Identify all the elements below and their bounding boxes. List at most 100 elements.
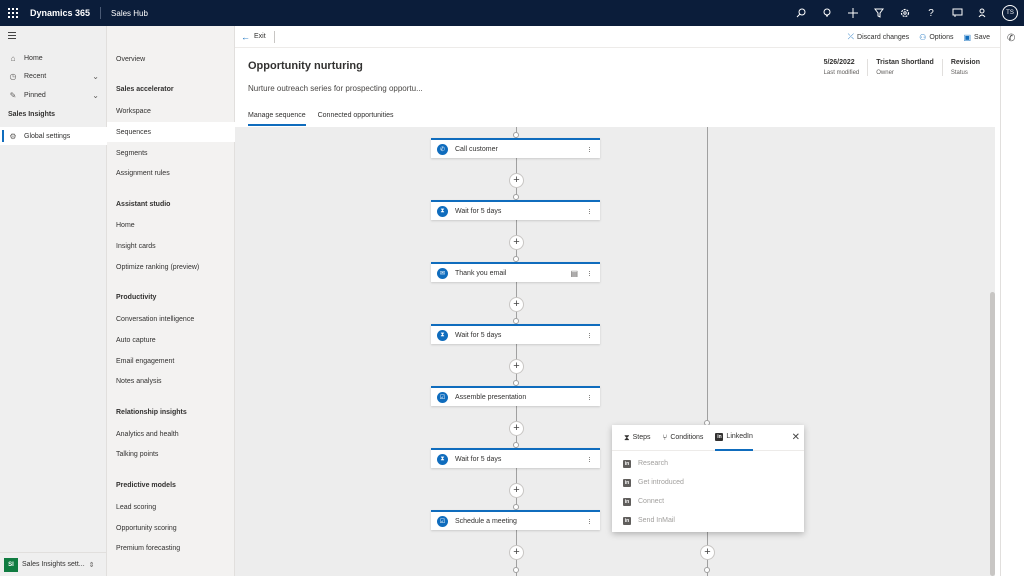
step-card[interactable]: ☑ Assemble presentation ··· xyxy=(431,386,600,406)
sequence-designer-canvas[interactable]: ✆ Call customer ··· + ⧗ Wait for 5 days … xyxy=(235,127,995,576)
more-options-icon[interactable]: ··· xyxy=(585,270,595,276)
discard-label: Discard changes xyxy=(857,33,910,41)
header-field-modified: 5/26/2022 Last modified xyxy=(816,59,868,76)
area-switcher[interactable]: SI Sales Insights sett... ⇕ xyxy=(0,552,107,576)
options-button[interactable]: ⚇ Options xyxy=(919,33,953,42)
add-step-button[interactable]: + xyxy=(509,173,524,188)
filter-icon[interactable] xyxy=(872,6,886,20)
close-icon[interactable]: ✕ xyxy=(792,432,800,443)
app-launcher-button[interactable] xyxy=(0,0,26,26)
subnav-item-segments[interactable]: Segments xyxy=(107,143,235,163)
step-card[interactable]: ✆ Call customer ··· xyxy=(431,138,600,158)
more-options-icon[interactable]: ··· xyxy=(585,456,595,462)
tab-connected-opportunities[interactable]: Connected opportunities xyxy=(318,112,394,126)
add-step-button[interactable]: + xyxy=(509,421,524,436)
panel-tabs: ⧗ Steps ⑂ Conditions in LinkedIn xyxy=(612,425,804,451)
chat-icon[interactable] xyxy=(950,6,964,20)
add-step-button[interactable]: + xyxy=(509,297,524,312)
add-step-button[interactable]: + xyxy=(509,235,524,250)
more-options-icon[interactable]: ··· xyxy=(585,394,595,400)
subnav-section-header: Relationship insights xyxy=(116,409,187,416)
page-title: Opportunity nurturing xyxy=(248,60,363,72)
subnav-item-auto-capture[interactable]: Auto capture xyxy=(107,330,235,350)
more-options-icon[interactable]: ··· xyxy=(585,518,595,524)
subnav-item-talking-points[interactable]: Talking points xyxy=(107,444,235,464)
hamburger-icon[interactable] xyxy=(8,32,16,41)
header-field-value: 5/26/2022 xyxy=(823,59,855,66)
step-card[interactable]: ☑ Schedule a meeting ··· xyxy=(431,510,600,530)
brand-name[interactable]: Dynamics 365 xyxy=(30,7,102,19)
nav-item-label: Global settings xyxy=(24,132,71,140)
panel-item-research[interactable]: in Research xyxy=(612,454,804,473)
subnav-item-optimize-ranking[interactable]: Optimize ranking (preview) xyxy=(107,257,235,277)
main-content: ← Exit ⤫ Discard changes ⚇ Options ▣ Sav… xyxy=(235,26,1000,576)
nav-item-home[interactable]: ⌂ Home xyxy=(0,49,107,67)
exit-button[interactable]: ← Exit xyxy=(241,30,275,43)
subnav-item-insight-cards[interactable]: Insight cards xyxy=(107,236,235,256)
subnav-item-assignment-rules[interactable]: Assignment rules xyxy=(107,163,235,183)
app-name[interactable]: Sales Hub xyxy=(111,9,148,18)
more-options-icon[interactable]: ··· xyxy=(585,332,595,338)
more-options-icon[interactable]: ··· xyxy=(585,208,595,214)
panel-tab-conditions[interactable]: ⑂ Conditions xyxy=(663,425,704,451)
branch-icon: ⑂ xyxy=(662,433,668,442)
chevron-down-icon[interactable]: ⌄ xyxy=(92,72,99,81)
subnav-item-overview[interactable]: Overview xyxy=(107,49,235,69)
person-feedback-icon[interactable] xyxy=(976,6,990,20)
header-field-label: Last modified xyxy=(823,70,860,76)
hourglass-icon: ⧗ xyxy=(624,432,630,442)
phone-icon[interactable]: ✆ xyxy=(1007,33,1015,44)
step-card[interactable]: ⧗ Wait for 5 days ··· xyxy=(431,448,600,468)
more-options-icon[interactable]: ··· xyxy=(585,146,595,152)
plus-icon[interactable] xyxy=(846,6,860,20)
add-step-button[interactable]: + xyxy=(509,359,524,374)
step-card[interactable]: ⧗ Wait for 5 days ··· xyxy=(431,324,600,344)
add-step-button[interactable]: + xyxy=(700,545,715,560)
chevron-down-icon[interactable]: ⌄ xyxy=(92,91,99,100)
nav-item-recent[interactable]: ◷ Recent ⌄ xyxy=(0,67,107,85)
subnav-item-email-engagement[interactable]: Email engagement xyxy=(107,351,235,371)
help-icon[interactable]: ? xyxy=(924,6,938,20)
email-template-icon[interactable]: ▤ xyxy=(570,269,578,278)
subnav-item-analytics-health[interactable]: Analytics and health xyxy=(107,424,235,444)
tab-manage-sequence[interactable]: Manage sequence xyxy=(248,112,306,126)
command-bar: ← Exit ⤫ Discard changes ⚇ Options ▣ Sav… xyxy=(235,26,1000,48)
avatar[interactable]: TS xyxy=(1002,5,1018,21)
connector-dot xyxy=(704,567,710,573)
chevron-updown-icon: ⇕ xyxy=(88,561,95,569)
canvas-scrollbar[interactable] xyxy=(990,292,995,576)
header-field-owner: Tristan Shortland Owner xyxy=(867,59,942,76)
phone-icon: ✆ xyxy=(437,143,448,155)
nav-item-global-settings[interactable]: ⚙ Global settings xyxy=(0,127,107,145)
step-label: Wait for 5 days xyxy=(455,331,502,339)
subnav-item-premium-forecasting[interactable]: Premium forecasting xyxy=(107,538,235,558)
arrow-left-icon: ← xyxy=(241,31,250,42)
panel-item-connect[interactable]: in Connect xyxy=(612,492,804,511)
subnav-item-home[interactable]: Home xyxy=(107,215,235,235)
header-field-value[interactable]: Tristan Shortland xyxy=(876,59,934,66)
lightbulb-icon[interactable] xyxy=(820,6,834,20)
subnav-item-conversation-intelligence[interactable]: Conversation intelligence xyxy=(107,309,235,329)
settings-icon[interactable] xyxy=(898,6,912,20)
pin-icon: ✎ xyxy=(9,90,17,100)
step-card[interactable]: ✉ Thank you email ▤ ··· xyxy=(431,262,600,282)
panel-tab-linkedin[interactable]: in LinkedIn xyxy=(715,425,753,451)
panel-tab-steps[interactable]: ⧗ Steps xyxy=(624,425,651,451)
add-step-button[interactable]: + xyxy=(509,483,524,498)
subnav-item-lead-scoring[interactable]: Lead scoring xyxy=(107,497,235,517)
panel-item-label: Send InMail xyxy=(638,517,675,524)
subnav-item-sequences[interactable]: Sequences xyxy=(107,122,235,142)
step-card[interactable]: ⧗ Wait for 5 days ··· xyxy=(431,200,600,220)
panel-item-get-introduced[interactable]: in Get introduced xyxy=(612,473,804,492)
search-icon[interactable] xyxy=(794,6,808,20)
save-button[interactable]: ▣ Save xyxy=(963,33,990,42)
nav-item-pinned[interactable]: ✎ Pinned ⌄ xyxy=(0,86,107,104)
subnav-item-workspace[interactable]: Workspace xyxy=(107,101,235,121)
subnav-item-opportunity-scoring[interactable]: Opportunity scoring xyxy=(107,518,235,538)
discard-changes-button[interactable]: ⤫ Discard changes xyxy=(848,32,910,42)
panel-item-label: Connect xyxy=(638,498,665,505)
add-step-button[interactable]: + xyxy=(509,545,524,560)
panel-item-send-inmail[interactable]: in Send InMail xyxy=(612,511,804,530)
subnav-item-notes-analysis[interactable]: Notes analysis xyxy=(107,371,235,391)
task-icon: ☑ xyxy=(437,515,448,527)
